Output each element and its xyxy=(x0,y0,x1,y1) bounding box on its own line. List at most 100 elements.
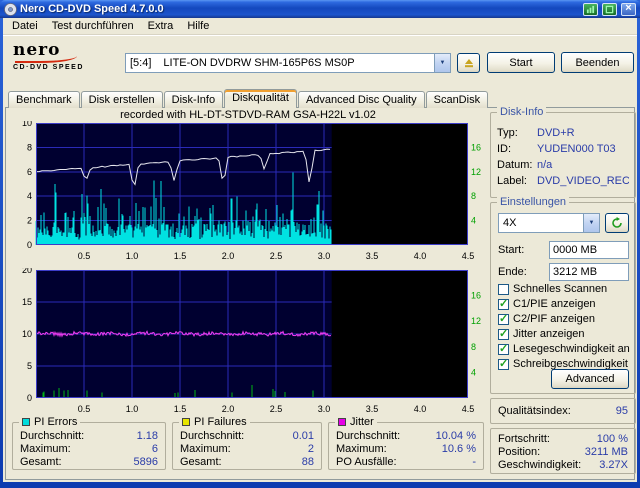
svg-text:2.0: 2.0 xyxy=(222,251,235,261)
svg-text:0.5: 0.5 xyxy=(78,404,91,414)
quality-index-value: 95 xyxy=(615,405,628,417)
checkbox-label: C1/PIE anzeigen xyxy=(513,298,596,310)
drive-name: LITE-ON DVDRW SHM-165P6S MS0P xyxy=(163,57,355,69)
checkbox-icon[interactable] xyxy=(498,357,509,370)
panel-pi-errors: PI Errors Durchschnitt: 1.18 Maximum: 6 Ge… xyxy=(12,416,166,470)
eject-button[interactable] xyxy=(457,53,480,73)
tab-bar: Benchmark Disk erstellen Disk-Info Diskq… xyxy=(3,87,637,108)
svg-text:1.0: 1.0 xyxy=(126,404,139,414)
svg-text:16: 16 xyxy=(471,142,481,152)
nero-logo-subtext: CD·DVD SPEED xyxy=(13,64,84,71)
chevron-down-icon[interactable] xyxy=(434,54,450,72)
speed-select[interactable]: 4X xyxy=(498,213,600,233)
chevron-down-icon[interactable] xyxy=(583,214,599,232)
app-window: Nero CD-DVD Speed 4.7.0.0 Datei Test dur… xyxy=(0,0,640,488)
checkbox-icon[interactable] xyxy=(498,297,509,310)
sidebar: Disk-Info Typ: DVD+R ID: YUDEN000 T03 Datu… xyxy=(490,106,636,480)
svg-text:8: 8 xyxy=(471,342,476,352)
stat-row: Gesamt: 88 xyxy=(180,456,314,468)
speed-value: 4X xyxy=(503,217,517,229)
checkbox-icon[interactable] xyxy=(498,327,509,340)
maximize-button[interactable] xyxy=(602,2,617,16)
stat-row: PO Ausfälle: - xyxy=(336,456,476,468)
pi-failures-legend-icon xyxy=(182,418,190,426)
pi-errors-legend-icon xyxy=(22,418,30,426)
stat-row: Maximum: 6 xyxy=(20,443,158,455)
checkbox-label: Lesegeschwindigkeit anzeigen xyxy=(513,343,630,355)
quality-index-row: Qualitätsindex: 95 xyxy=(491,399,635,423)
drive-bus: [5:4] xyxy=(130,57,152,69)
start-input[interactable] xyxy=(549,241,629,259)
svg-text:1.5: 1.5 xyxy=(174,251,187,261)
group-fortschritt: Fortschritt: 100 % Position: 3211 MB Gesch… xyxy=(490,428,636,474)
checkbox-schnelles-scannen[interactable]: Schnelles Scannen xyxy=(498,283,630,295)
menu-item-hilfe[interactable]: Hilfe xyxy=(180,19,216,33)
checkbox-c1-pie-anzeigen[interactable]: C1/PIE anzeigen xyxy=(498,297,630,310)
checkbox-icon[interactable] xyxy=(498,312,509,325)
stat-row: Durchschnitt: 10.04 % xyxy=(336,430,476,442)
disk-info-row: Datum: n/a xyxy=(497,159,553,171)
svg-text:2.0: 2.0 xyxy=(222,404,235,414)
menu-item-test-durchfuehren[interactable]: Test durchführen xyxy=(45,19,141,33)
close-button[interactable] xyxy=(621,2,636,16)
titlebar[interactable]: Nero CD-DVD Speed 4.7.0.0 xyxy=(0,0,640,18)
svg-text:16: 16 xyxy=(471,291,481,301)
tab-page-diskqualitaet: recorded with HL-DT-STDVD-RAM GSA-H22L v… xyxy=(5,106,636,480)
advanced-button[interactable]: Advanced xyxy=(551,369,629,389)
svg-text:4: 4 xyxy=(471,367,476,377)
svg-text:3.0: 3.0 xyxy=(318,404,331,414)
checkbox-label: Jitter anzeigen xyxy=(513,328,585,340)
disk-info-row: Label: DVD_VIDEO_REC xyxy=(497,175,629,187)
checkbox-lesegeschwindigkeit[interactable]: Lesegeschwindigkeit anzeigen xyxy=(498,342,630,355)
minimize-button[interactable] xyxy=(583,2,598,16)
menu-item-extra[interactable]: Extra xyxy=(141,19,181,33)
checkbox-jitter-anzeigen[interactable]: Jitter anzeigen xyxy=(498,327,630,340)
checkbox-icon[interactable] xyxy=(498,342,509,355)
tab-disk-erstellen[interactable]: Disk erstellen xyxy=(80,91,163,108)
svg-text:2: 2 xyxy=(27,216,32,226)
group-disk-info: Disk-Info Typ: DVD+R ID: YUDEN000 T03 Datu… xyxy=(490,106,636,198)
group-title: Disk-Info xyxy=(497,106,547,118)
svg-text:12: 12 xyxy=(471,316,481,326)
drive-select[interactable]: [5:4] LITE-ON DVDRW SHM-165P6S MS0P xyxy=(125,53,451,73)
svg-text:5: 5 xyxy=(27,361,32,371)
stat-row: Durchschnitt: 0.01 xyxy=(180,430,314,442)
svg-text:1.0: 1.0 xyxy=(126,251,139,261)
end-input[interactable] xyxy=(549,263,629,281)
stat-row: Maximum: 10.6 % xyxy=(336,443,476,455)
menu-item-datei[interactable]: Datei xyxy=(5,19,45,33)
start-field-label: Start: xyxy=(498,244,525,256)
group-title: Einstellungen xyxy=(497,196,570,208)
tab-disk-info[interactable]: Disk-Info xyxy=(163,91,224,108)
panel-title: Jitter xyxy=(350,416,374,428)
tab-diskqualitaet[interactable]: Diskqualität xyxy=(224,89,297,108)
svg-text:10: 10 xyxy=(22,329,32,339)
svg-text:8: 8 xyxy=(27,142,32,152)
tab-benchmark[interactable]: Benchmark xyxy=(8,91,80,108)
svg-text:0: 0 xyxy=(27,393,32,403)
checkbox-icon[interactable] xyxy=(498,283,509,295)
svg-text:0.5: 0.5 xyxy=(78,251,91,261)
quit-button[interactable]: Beenden xyxy=(561,52,634,73)
window-title: Nero CD-DVD Speed 4.7.0.0 xyxy=(20,3,164,15)
progress-row: Fortschritt: 100 % xyxy=(498,433,628,445)
window-body: Datei Test durchführen Extra Hilfe nero … xyxy=(3,18,637,482)
chart-glyph-icon xyxy=(586,5,595,13)
svg-text:20: 20 xyxy=(22,268,32,275)
tab-scandisk[interactable]: ScanDisk xyxy=(425,91,489,108)
svg-text:2.5: 2.5 xyxy=(270,404,283,414)
svg-text:4.5: 4.5 xyxy=(462,251,475,261)
svg-text:4.0: 4.0 xyxy=(414,251,427,261)
stat-row: Gesamt: 5896 xyxy=(20,456,158,468)
quality-index-label: Qualitätsindex: xyxy=(498,405,571,417)
checkbox-c2-pif-anzeigen[interactable]: C2/PIF anzeigen xyxy=(498,312,630,325)
start-button[interactable]: Start xyxy=(487,52,555,73)
refresh-button[interactable] xyxy=(605,213,629,233)
svg-text:3.0: 3.0 xyxy=(318,251,331,261)
toolbar: nero CD·DVD SPEED [5:4] LITE-ON DVDRW SH… xyxy=(3,35,637,87)
group-qualitaetsindex: Qualitätsindex: 95 xyxy=(490,398,636,424)
svg-text:3.5: 3.5 xyxy=(366,251,379,261)
svg-text:12: 12 xyxy=(471,167,481,177)
svg-text:6: 6 xyxy=(27,167,32,177)
tab-advanced-disc-quality[interactable]: Advanced Disc Quality xyxy=(297,91,425,108)
